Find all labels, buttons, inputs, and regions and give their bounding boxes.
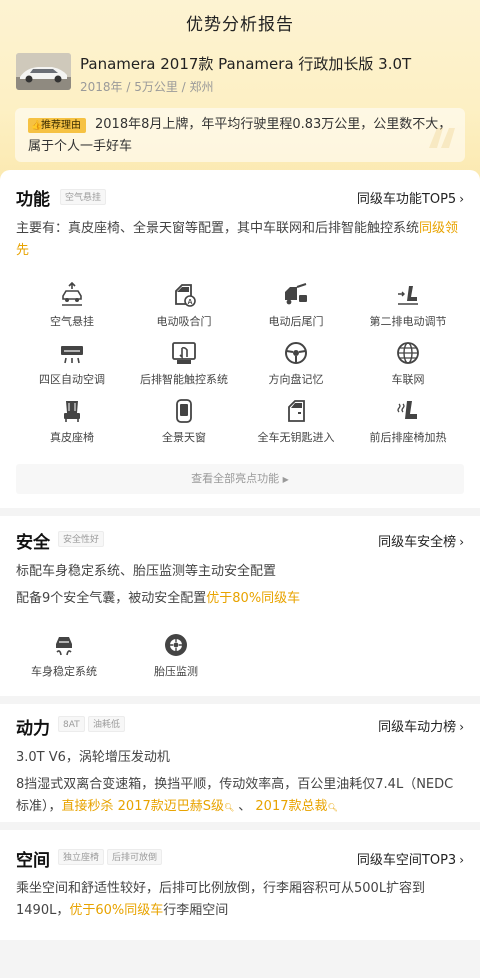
power-tag-fuel: 油耗低 (88, 716, 126, 732)
chevron-right-icon: › (459, 853, 464, 867)
power-title: 动力 (16, 719, 50, 739)
recommend-badge: 👍推荐理由 (28, 118, 86, 133)
search-icon: 🔍︎ (327, 803, 338, 812)
function-rank-link[interactable]: 同级车功能TOP5 › (357, 188, 464, 207)
feature-leather-seat[interactable]: 真皮座椅 (16, 398, 128, 456)
car-thumbnail[interactable] (16, 53, 71, 90)
seat-heating-icon (397, 401, 417, 419)
tire-pressure-icon (165, 634, 187, 656)
recommend-reason-box: 2018年8月上牌，年平均行驶里程0.83万公里，公里数不大，属于个人一手好车 … (15, 108, 465, 162)
page-bottom-padding (0, 940, 480, 978)
panoramic-sunroof-icon (176, 399, 192, 423)
feature-power-tailgate[interactable]: 电动后尾门 (240, 282, 352, 340)
quote-decoration-icon (429, 128, 455, 148)
keyless-entry-icon (288, 400, 305, 422)
power-line-2: 8挡湿式双离合变速箱，换挡平顺，传动效率高，百公里油耗仅7.4L（NEDC标准）… (16, 777, 454, 814)
function-summary: 主要有：真皮座椅、全景天窗等配置，其中车联网和后排智能触控系统同级领先 (16, 221, 459, 258)
feature-soft-close-door[interactable]: A 电动吸合门 (128, 282, 240, 340)
feature-tire-pressure[interactable]: 胎压监测 (120, 632, 232, 690)
power-line-1: 3.0T V6，涡轮增压发动机 (16, 750, 170, 765)
report-header: 优势分析报告 Panamera 2017款 Panamera 行政加长版 3.0… (0, 0, 480, 182)
second-row-power-seat-icon (398, 286, 418, 305)
search-icon: 🔍︎ (223, 803, 235, 812)
feature-seat-heating[interactable]: 前后排座椅加热 (352, 398, 464, 456)
rear-touch-control-icon (172, 342, 196, 364)
feature-panoramic-sunroof[interactable]: 全景天窗 (128, 398, 240, 456)
compare-link-quattroporte[interactable]: 2017款总裁🔍︎ (255, 799, 337, 814)
compare-link-maybach[interactable]: 直接秒杀 2017款迈巴赫S级🔍︎ (62, 799, 235, 814)
triangle-right-icon: ▶ (282, 475, 289, 484)
space-rank-link[interactable]: 同级车空间TOP3 › (357, 849, 464, 868)
safety-line-2: 配备9个安全气囊，被动安全配置优于80%同级车 (16, 591, 301, 606)
safety-rank-link[interactable]: 同级车安全榜 › (378, 531, 464, 550)
space-tag-fold: 后排可放倒 (107, 849, 163, 865)
feature-keyless-entry[interactable]: 全车无钥匙进入 (240, 398, 352, 456)
space-section: 空间 独立座椅 后排可放倒 同级车空间TOP3 › 乘坐空间和舒适性较好，后排可比… (0, 830, 480, 940)
safety-line-1: 标配车身稳定系统、胎压监测等主动安全配置 (16, 564, 277, 579)
four-zone-ac-icon (61, 346, 83, 364)
feature-four-zone-ac[interactable]: 四区自动空调 (16, 340, 128, 398)
safety-title: 安全 (16, 533, 50, 553)
chevron-right-icon: › (459, 192, 464, 206)
section-divider (0, 696, 480, 704)
feature-stability-control[interactable]: 车身稳定系统 (8, 632, 120, 690)
power-section: 动力 8AT 油耗低 同级车动力榜 › 3.0T V6，涡轮增压发动机 8挡湿式双… (0, 704, 480, 822)
space-title: 空间 (16, 851, 50, 871)
car-meta: 2018年 / 5万公里 / 郑州 (80, 80, 214, 94)
car-name: Panamera 2017款 Panamera 行政加长版 3.0T (80, 55, 412, 73)
view-all-features-button[interactable]: 查看全部亮点功能 ▶ (16, 464, 464, 494)
safety-section: 安全 安全性好 同级车安全榜 › 标配车身稳定系统、胎压监测等主动安全配置 配备9… (0, 516, 480, 696)
stability-control-icon (56, 637, 72, 656)
power-tag-transmission: 8AT (58, 716, 85, 732)
function-tag: 空气悬挂 (60, 189, 107, 205)
safety-tag: 安全性好 (58, 531, 105, 547)
power-rank-link[interactable]: 同级车动力榜 › (378, 716, 464, 735)
function-section: 功能 空气悬挂 同级车功能TOP5 › 主要有：真皮座椅、全景天窗等配置，其中车联… (0, 170, 480, 508)
connected-car-icon (397, 342, 419, 364)
function-title: 功能 (16, 190, 50, 210)
chevron-right-icon: › (459, 535, 464, 549)
feature-air-suspension[interactable]: 空气悬挂 (16, 282, 128, 340)
space-description: 乘坐空间和舒适性较好，后排可比例放倒，行李厢容积可从500L扩容到1490L，优… (16, 881, 426, 918)
feature-second-row-power-seat[interactable]: 第二排电动调节 (352, 282, 464, 340)
page-title: 优势分析报告 (186, 15, 294, 35)
recommend-reason-text: 2018年8月上牌，年平均行驶里程0.83万公里，公里数不大，属于个人一手好车 (28, 117, 452, 154)
feature-connected-car[interactable]: 车联网 (352, 340, 464, 398)
section-divider (0, 822, 480, 830)
svg-text:A: A (187, 299, 192, 306)
power-tailgate-icon (285, 283, 307, 305)
section-divider (0, 508, 480, 516)
feature-steering-wheel-memory[interactable]: 方向盘记忆 (240, 340, 352, 398)
chevron-right-icon: › (459, 720, 464, 734)
steering-wheel-memory-icon (285, 342, 307, 364)
feature-rear-touch-control[interactable]: 后排智能触控系统 (128, 340, 240, 398)
air-suspension-icon (62, 282, 82, 306)
space-tag-seat: 独立座椅 (58, 849, 105, 865)
soft-close-door-icon: A (175, 284, 196, 307)
thumbs-up-icon: 👍 (31, 121, 43, 131)
leather-seat-icon (64, 401, 80, 422)
function-icon-grid: 空气悬挂 A 电动吸合门 电动后尾门 第二排电动调节 四区自动空调 后排智能触控… (16, 282, 464, 452)
